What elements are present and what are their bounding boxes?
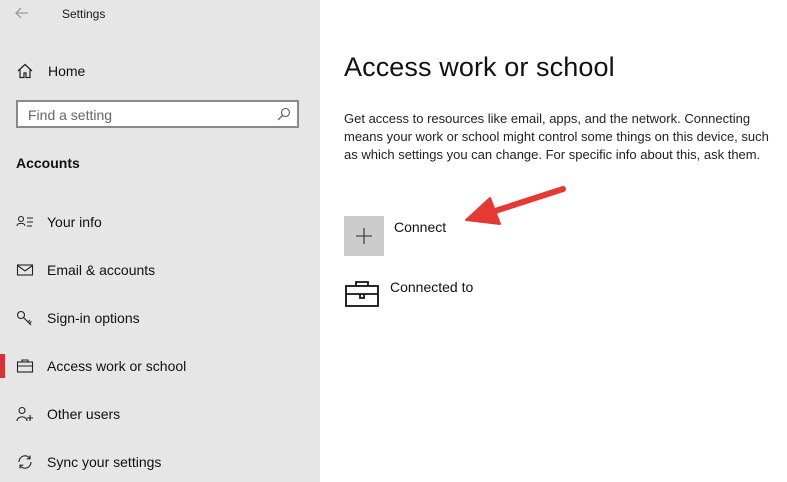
sidebar-item-your-info[interactable]: Your info <box>0 202 320 242</box>
back-button[interactable] <box>10 2 34 24</box>
sidebar-item-label: Sync your settings <box>47 454 162 470</box>
sidebar-item-access-work-or-school[interactable]: Access work or school <box>0 346 320 386</box>
sidebar-item-label: Your info <box>47 214 102 230</box>
sidebar-item-label: Other users <box>47 406 121 422</box>
search-box[interactable] <box>16 100 299 128</box>
sidebar-item-label: Email & accounts <box>47 262 156 278</box>
person-add-icon <box>16 406 33 422</box>
back-arrow-icon <box>15 7 28 19</box>
person-card-icon <box>16 215 33 227</box>
selection-indicator <box>0 354 5 378</box>
briefcase-icon <box>345 281 379 307</box>
briefcase-icon <box>16 359 34 373</box>
title-bar: Settings <box>0 0 320 30</box>
app-title: Settings <box>62 7 106 21</box>
search-input[interactable] <box>28 106 268 124</box>
section-title: Accounts <box>16 155 80 171</box>
key-icon <box>16 310 32 326</box>
connect-button[interactable] <box>344 216 384 256</box>
sidebar: Settings Home Accounts Your info Email &… <box>0 0 320 482</box>
connect-label[interactable]: Connect <box>394 219 446 235</box>
page-description: Get access to resources like email, apps… <box>344 111 769 162</box>
sidebar-item-sign-in-options[interactable]: Sign-in options <box>0 298 320 338</box>
annotation-arrow-icon <box>465 186 566 225</box>
sidebar-item-email-accounts[interactable]: Email & accounts <box>0 250 320 290</box>
sidebar-item-sync-settings[interactable]: Sync your settings <box>0 442 320 482</box>
home-icon <box>17 63 33 79</box>
search-icon[interactable] <box>277 107 291 121</box>
connected-to-label: Connected to <box>390 279 474 295</box>
sidebar-item-label: Access work or school <box>47 358 187 374</box>
page-title: Access work or school <box>344 52 615 82</box>
sync-icon <box>18 455 32 469</box>
home-label: Home <box>48 63 86 79</box>
mail-icon <box>16 264 34 276</box>
sidebar-item-label: Sign-in options <box>47 310 140 326</box>
sidebar-item-other-users[interactable]: Other users <box>0 394 320 434</box>
sidebar-item-home[interactable]: Home <box>0 56 320 86</box>
main-panel: Access work or school Get access to reso… <box>320 0 787 482</box>
plus-icon <box>356 228 372 244</box>
